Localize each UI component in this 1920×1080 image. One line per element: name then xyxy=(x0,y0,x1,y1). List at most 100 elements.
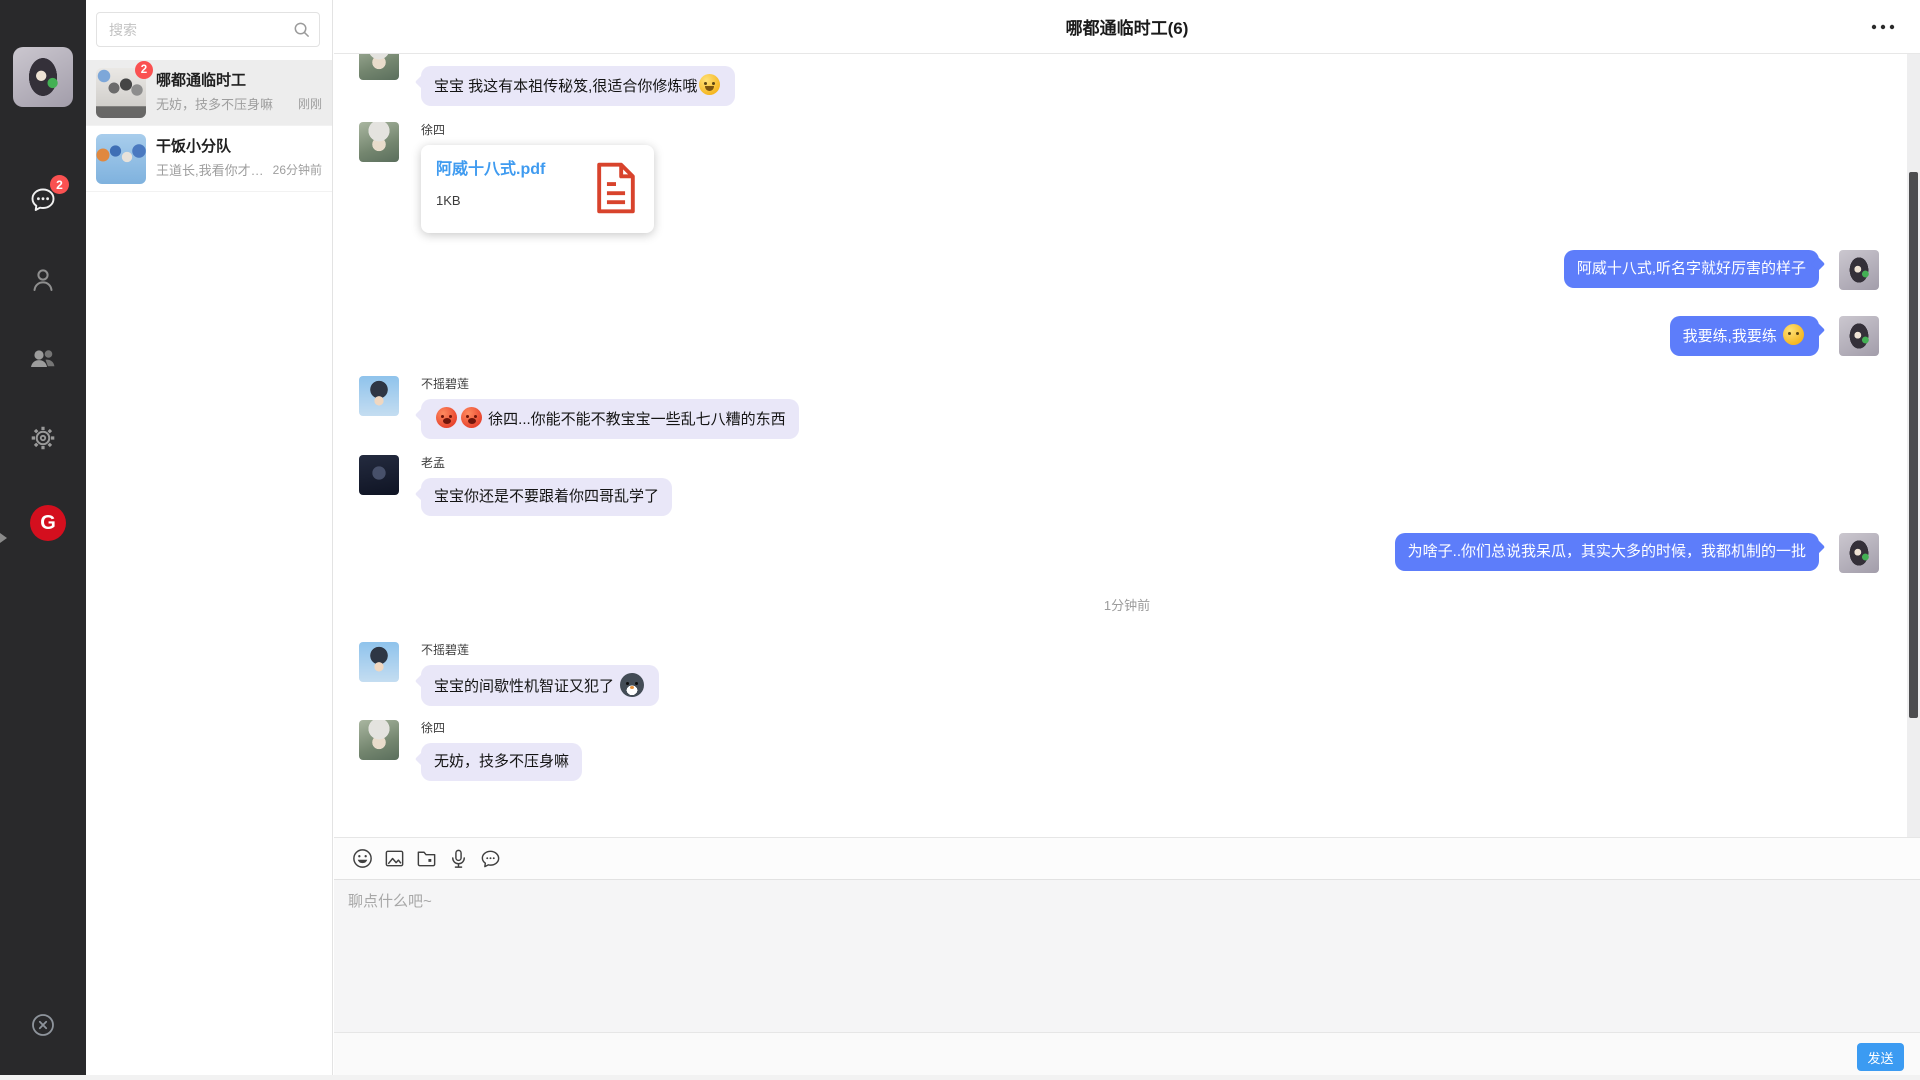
close-circle-icon xyxy=(28,1010,58,1040)
sender-avatar[interactable] xyxy=(359,376,399,416)
message-bubble: 宝宝的间歇性机智证又犯了 xyxy=(421,665,659,706)
message-bubble: 宝宝你还是不要跟着你四哥乱学了 xyxy=(421,478,672,516)
message-input-area xyxy=(334,880,1920,1032)
composer-footer: 发送 xyxy=(334,1032,1920,1080)
settings-gear-icon xyxy=(28,423,58,453)
message-text: 阿威十八式,听名字就好厉害的样子 xyxy=(1577,260,1806,277)
composer: 发送 xyxy=(334,837,1920,1080)
message-bubble: 为啥子..你们总说我呆瓜，其实大多的时候，我都机制的一批 xyxy=(1395,533,1819,571)
sender-name: 不摇碧莲 xyxy=(421,642,469,658)
message-row: 为啥子..你们总说我呆瓜，其实大多的时候，我都机制的一批 xyxy=(334,533,1920,573)
nav-group-chats-button[interactable] xyxy=(28,343,58,373)
self-avatar[interactable] xyxy=(1839,250,1879,290)
message-row: 阿威十八式,听名字就好厉害的样子 xyxy=(334,250,1920,290)
mic-icon xyxy=(447,847,470,870)
message-text: 宝宝你还是不要跟着你四哥乱学了 xyxy=(434,488,659,505)
logout-button[interactable] xyxy=(28,1010,58,1040)
time-divider: 1分钟前 xyxy=(334,595,1920,614)
message-bubble: 徐四...你能不能不教宝宝一些乱七八糟的东西 xyxy=(421,399,799,439)
conversation-title: 干饭小分队 xyxy=(156,136,264,158)
chat-history-icon xyxy=(479,847,502,870)
scrollbar-track[interactable] xyxy=(1907,54,1920,837)
message-bubble: 阿威十八式,听名字就好厉害的样子 xyxy=(1564,250,1819,288)
folder-icon xyxy=(415,847,438,870)
message-input[interactable] xyxy=(334,880,1920,1032)
sender-name: 不摇碧莲 xyxy=(421,376,469,392)
sender-avatar[interactable] xyxy=(359,122,399,162)
search-input[interactable] xyxy=(96,12,320,47)
emoji-picker-button[interactable] xyxy=(351,847,374,870)
image-icon xyxy=(383,847,406,870)
sender-name: 徐四 xyxy=(421,720,445,736)
conversation-preview: 王道长,我看你才… xyxy=(156,161,264,181)
message-row: 徐四 无妨，技多不压身嘛 xyxy=(334,720,1920,781)
composer-toolbar xyxy=(334,838,1920,880)
enraged-face-emoji xyxy=(461,407,482,428)
message-bubble: 无妨，技多不压身嘛 xyxy=(421,743,582,781)
nav-rail: 2 xyxy=(0,0,86,1080)
conversation-preview: 无妨，技多不压身嘛 xyxy=(156,95,273,115)
unread-count-badge: 2 xyxy=(135,61,153,79)
group-avatar xyxy=(96,134,146,184)
sender-avatar[interactable] xyxy=(359,642,399,682)
sender-name: 老孟 xyxy=(421,455,445,471)
chat-app-window: 2 xyxy=(0,0,1920,1080)
voice-message-button[interactable] xyxy=(447,847,470,870)
file-size: 1KB xyxy=(436,193,545,208)
more-menu-button[interactable] xyxy=(1868,17,1898,37)
file-name[interactable]: 阿威十八式.pdf xyxy=(436,160,545,180)
conversation-title: 哪都通临时工 xyxy=(156,70,273,92)
message-text: 我要练,我要练 xyxy=(1683,328,1777,345)
chat-pane: 哪都通临时工(6) 宝宝 我这有本祖传秘笈,很适合你修炼哦 xyxy=(334,0,1920,1080)
message-bubble: 宝宝 我这有本祖传秘笈,很适合你修炼哦 xyxy=(421,66,735,106)
message-row: 不摇碧莲 徐四...你能不能不教宝宝一些乱七八糟的东西 xyxy=(334,376,1920,439)
face-without-mouth-emoji xyxy=(1783,324,1804,345)
self-avatar[interactable] xyxy=(1839,316,1879,356)
message-bubble: 我要练,我要练 xyxy=(1670,316,1819,356)
emoji-icon xyxy=(351,847,374,870)
contacts-icon xyxy=(28,265,58,295)
file-message-card[interactable]: 阿威十八式.pdf 1KB xyxy=(421,145,654,233)
conversation-time: 刚刚 xyxy=(298,95,322,112)
hugging-face-emoji xyxy=(699,74,720,95)
ellipsis-icon xyxy=(1870,24,1896,30)
unread-badge: 2 xyxy=(50,175,69,194)
sender-avatar[interactable] xyxy=(359,455,399,495)
enraged-face-emoji xyxy=(436,407,457,428)
pdf-file-icon xyxy=(594,162,638,214)
message-text: 徐四...你能不能不教宝宝一些乱七八糟的东西 xyxy=(488,411,786,428)
message-text: 无妨，技多不压身嘛 xyxy=(434,753,569,770)
send-button[interactable]: 发送 xyxy=(1857,1043,1904,1071)
self-avatar[interactable] xyxy=(1839,533,1879,573)
message-row: 老孟 宝宝你还是不要跟着你四哥乱学了 xyxy=(334,455,1920,516)
message-row: 宝宝 我这有本祖传秘笈,很适合你修炼哦 xyxy=(334,66,1920,106)
message-row: 徐四 阿威十八式.pdf 1KB xyxy=(334,122,1920,233)
message-row: 不摇碧莲 宝宝的间歇性机智证又犯了 xyxy=(334,642,1920,706)
search-icon[interactable] xyxy=(292,20,311,39)
message-row: 我要练,我要练 xyxy=(334,316,1920,356)
send-image-button[interactable] xyxy=(383,847,406,870)
message-text: 为啥子..你们总说我呆瓜，其实大多的时候，我都机制的一批 xyxy=(1408,543,1806,560)
send-file-button[interactable] xyxy=(415,847,438,870)
penguin-emoji xyxy=(620,673,644,697)
conversation-item-nadutong[interactable]: 2 哪都通临时工 无妨，技多不压身嘛 刚刚 xyxy=(86,60,332,126)
conversation-list-panel: 2 哪都通临时工 无妨，技多不压身嘛 刚刚 干饭小分队 王道长,我看你才… 26… xyxy=(86,0,333,1080)
chat-title: 哪都通临时工(6) xyxy=(1066,14,1189,39)
user-avatar[interactable] xyxy=(13,47,73,107)
sender-avatar[interactable] xyxy=(359,54,399,80)
conversation-time: 26分钟前 xyxy=(273,161,322,178)
message-text: 宝宝的间歇性机智证又犯了 xyxy=(434,678,614,695)
nav-contacts-button[interactable] xyxy=(28,265,58,295)
conversation-item-ganfan[interactable]: 干饭小分队 王道长,我看你才… 26分钟前 xyxy=(86,126,332,192)
message-scroll-area[interactable]: 宝宝 我这有本祖传秘笈,很适合你修炼哦 徐四 阿威十八式.pdf 1KB xyxy=(334,54,1920,837)
sender-avatar[interactable] xyxy=(359,720,399,760)
nav-settings-button[interactable] xyxy=(28,423,58,453)
chat-header: 哪都通临时工(6) xyxy=(334,0,1920,54)
sender-name: 徐四 xyxy=(421,122,445,138)
message-text: 宝宝 我这有本祖传秘笈,很适合你修炼哦 xyxy=(434,78,697,95)
scrollbar-thumb[interactable] xyxy=(1909,172,1918,718)
group-chat-icon xyxy=(28,343,58,373)
g-logo[interactable]: G xyxy=(30,505,66,541)
chat-history-button[interactable] xyxy=(479,847,502,870)
panel-collapse-arrow[interactable] xyxy=(0,533,12,543)
